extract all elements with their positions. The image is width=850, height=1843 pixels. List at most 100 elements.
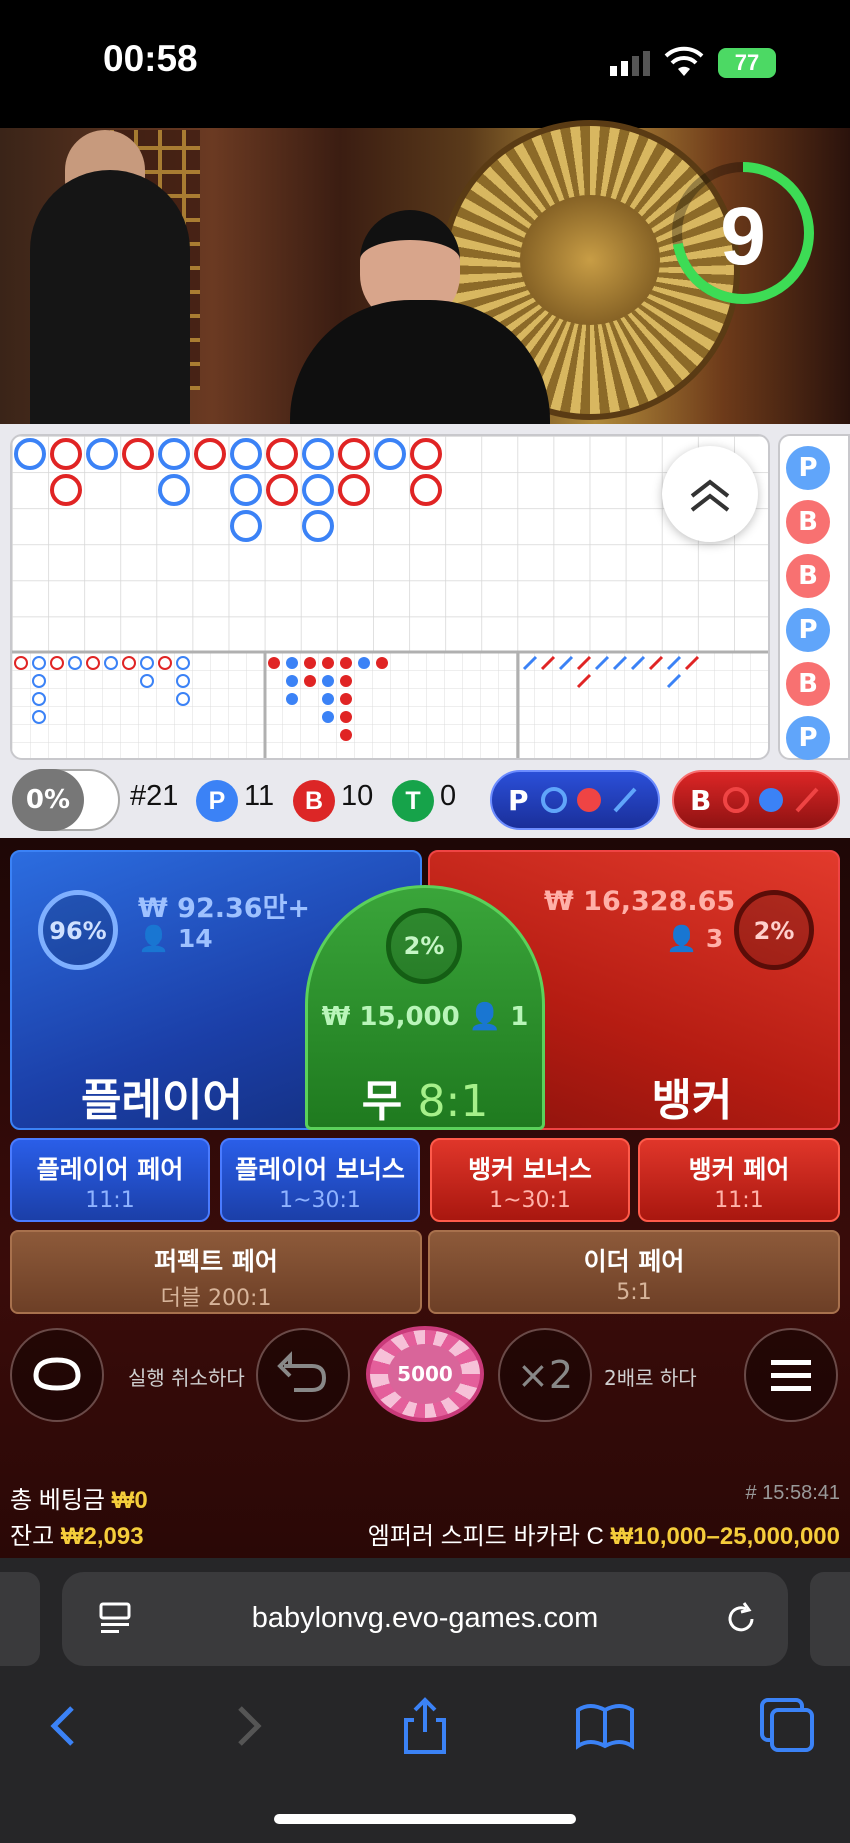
player-count-badge: P bbox=[196, 780, 238, 822]
total-bet-value: ₩0 bbox=[111, 1487, 148, 1514]
undo-button[interactable] bbox=[256, 1328, 350, 1422]
player-bonus-bet[interactable]: 플레이어 보너스 1~30:1 bbox=[220, 1138, 420, 1222]
table-view-button[interactable] bbox=[10, 1328, 104, 1422]
balance: 잔고 ₩2,093 bbox=[10, 1516, 144, 1551]
previous-tab-peek[interactable] bbox=[0, 1572, 40, 1666]
side-bet-odds: 11:1 bbox=[85, 1188, 135, 1213]
table-shape-icon bbox=[33, 1357, 81, 1391]
balance-label: 잔고 bbox=[10, 1523, 55, 1550]
double-chevron-up-icon bbox=[690, 479, 730, 512]
side-road-result: B bbox=[786, 662, 830, 706]
video-decor-emblem bbox=[520, 195, 660, 325]
side-bet-label: 플레이어 보너스 bbox=[235, 1155, 405, 1184]
url-text[interactable]: babylonvg.evo-games.com bbox=[62, 1602, 788, 1635]
user-icon: 👤 bbox=[138, 924, 170, 953]
player-bet-label: 플레이어 bbox=[81, 1075, 243, 1126]
total-bet-label: 총 베팅금 bbox=[10, 1487, 105, 1514]
banker-count-badge: B bbox=[293, 780, 335, 822]
undo-label: 실행 취소하다 bbox=[128, 1366, 245, 1390]
tie-bet-zone[interactable]: 2% ₩ 15,000 👤 1 무 8:1 bbox=[305, 885, 545, 1130]
tie-bet-amount: ₩ 15,000 bbox=[321, 1002, 460, 1032]
countdown-timer: 9 bbox=[720, 191, 766, 282]
video-dealer bbox=[30, 170, 190, 424]
side-bet-label: 뱅커 보너스 bbox=[468, 1155, 592, 1184]
collapse-roadmap-button[interactable] bbox=[662, 446, 758, 542]
menu-button[interactable] bbox=[744, 1328, 838, 1422]
side-road-result: B bbox=[786, 554, 830, 598]
banker-count: 10 bbox=[341, 780, 374, 812]
wide-bet-odds: 더블 200:1 bbox=[160, 1286, 272, 1311]
side-road: P B B P B P bbox=[778, 434, 850, 760]
side-bet-label: 플레이어 페어 bbox=[36, 1155, 184, 1184]
status-time: 00:58 bbox=[103, 38, 198, 79]
chip-value[interactable]: 5000 bbox=[388, 1344, 462, 1404]
banker-bet-amount: ₩ 16,328.65 bbox=[544, 886, 736, 917]
banker-predict-label: B bbox=[690, 783, 712, 817]
roadmap-grid bbox=[12, 436, 768, 758]
side-road-result: P bbox=[786, 608, 830, 652]
user-icon: 👤 bbox=[468, 1002, 502, 1032]
player-pair-bet[interactable]: 플레이어 페어 11:1 bbox=[10, 1138, 210, 1222]
bookmarks-icon[interactable] bbox=[570, 1690, 640, 1760]
wifi-icon bbox=[664, 46, 704, 78]
battery-indicator: 77 bbox=[718, 48, 776, 78]
banker-bet-label: 뱅커 bbox=[651, 1075, 733, 1126]
side-road-result: P bbox=[786, 446, 830, 490]
tie-bet-label-row: 무 8:1 bbox=[308, 1065, 542, 1129]
table-name: 엠퍼러 스피드 바카라 C bbox=[367, 1523, 604, 1550]
wide-bet-odds: 5:1 bbox=[616, 1280, 652, 1305]
table-limits: ₩10,000–25,000,000 bbox=[610, 1523, 840, 1550]
wide-bet-label: 퍼펙트 페어 bbox=[154, 1247, 278, 1276]
side-bet-odds: 11:1 bbox=[714, 1188, 764, 1213]
double-button[interactable]: ×2 bbox=[498, 1328, 592, 1422]
reload-icon[interactable] bbox=[722, 1600, 760, 1638]
tie-odds: 8:1 bbox=[417, 1076, 489, 1127]
next-tab-peek[interactable] bbox=[810, 1572, 850, 1666]
player-bet-amount: ₩ 92.36만+ bbox=[138, 893, 311, 924]
tie-bet-info: ₩ 15,000 👤 1 bbox=[308, 1002, 542, 1032]
banker-pct-ring: 2% bbox=[734, 890, 814, 970]
side-road-result: B bbox=[786, 500, 830, 544]
tabs-icon[interactable] bbox=[752, 1690, 822, 1760]
tie-count-badge: T bbox=[392, 780, 434, 822]
side-bet-label: 뱅커 페어 bbox=[688, 1155, 790, 1184]
share-icon[interactable] bbox=[390, 1690, 460, 1760]
balance-value: ₩2,093 bbox=[60, 1523, 144, 1550]
predict-symbols-icon bbox=[723, 787, 819, 813]
round-time: # 15:58:41 bbox=[745, 1482, 840, 1504]
side-bet-odds: 1~30:1 bbox=[489, 1188, 571, 1213]
tie-count: 0 bbox=[440, 780, 457, 812]
side-road-result: P bbox=[786, 716, 830, 760]
tie-pct-ring: 2% bbox=[386, 908, 462, 984]
side-bet-odds: 1~30:1 bbox=[279, 1188, 361, 1213]
percentage-toggle-knob[interactable]: 0% bbox=[12, 769, 84, 831]
bead-road[interactable] bbox=[10, 434, 770, 760]
player-count: 11 bbox=[244, 780, 275, 812]
perfect-pair-bet[interactable]: 퍼펙트 페어 더블 200:1 bbox=[10, 1230, 422, 1314]
table-info: 엠퍼러 스피드 바카라 C ₩10,000–25,000,000 bbox=[240, 1516, 840, 1551]
undo-arrow-icon bbox=[277, 1351, 327, 1392]
tie-bet-label: 무 bbox=[361, 1076, 403, 1127]
home-indicator bbox=[274, 1814, 576, 1824]
player-pct-ring: 96% bbox=[38, 890, 118, 970]
banker-bonus-bet[interactable]: 뱅커 보너스 1~30:1 bbox=[430, 1138, 630, 1222]
player-predict-label: P bbox=[508, 783, 529, 817]
player-bettor-count: 👤 14 bbox=[138, 924, 213, 953]
banker-bettor-count: 👤 3 bbox=[666, 924, 724, 953]
user-icon: 👤 bbox=[666, 924, 698, 953]
total-bet: 총 베팅금 ₩0 bbox=[10, 1480, 148, 1515]
tie-bettor-count: 1 bbox=[510, 1002, 529, 1032]
either-pair-bet[interactable]: 이더 페어 5:1 bbox=[428, 1230, 840, 1314]
banker-predict-button[interactable]: B bbox=[672, 770, 840, 830]
double-icon: ×2 bbox=[516, 1353, 574, 1397]
wide-bet-label: 이더 페어 bbox=[583, 1247, 685, 1276]
player-predict-button[interactable]: P bbox=[490, 770, 660, 830]
round-number: #21 bbox=[130, 780, 179, 812]
hamburger-menu-icon bbox=[771, 1360, 811, 1391]
back-icon[interactable] bbox=[30, 1690, 100, 1760]
predict-symbols-icon bbox=[540, 787, 637, 813]
banker-pair-bet[interactable]: 뱅커 페어 11:1 bbox=[638, 1138, 840, 1222]
forward-icon[interactable] bbox=[212, 1690, 282, 1760]
signal-icon bbox=[610, 50, 654, 78]
double-label: 2배로 하다 bbox=[604, 1366, 697, 1390]
